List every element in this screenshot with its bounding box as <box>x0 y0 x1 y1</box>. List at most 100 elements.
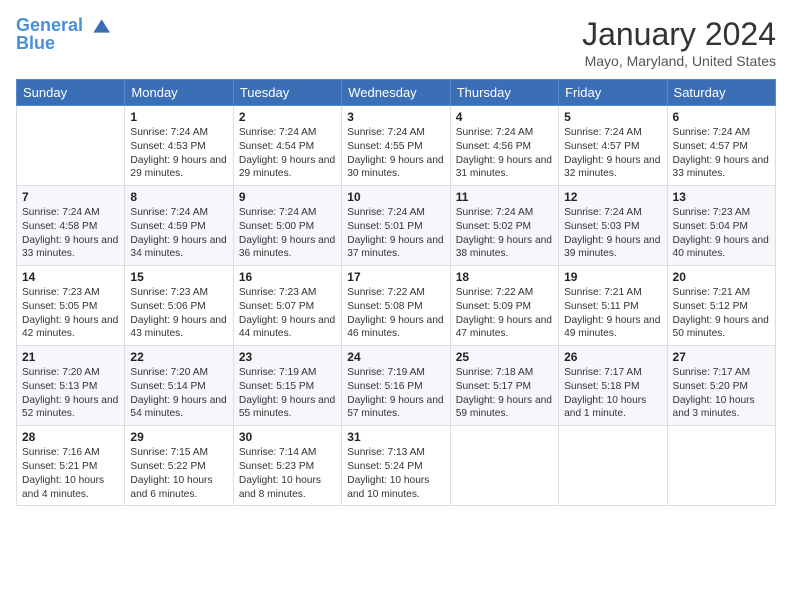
calendar-cell: 3Sunrise: 7:24 AMSunset: 4:55 PMDaylight… <box>342 106 450 186</box>
day-number: 15 <box>130 270 227 284</box>
calendar-cell <box>17 106 125 186</box>
day-number: 22 <box>130 350 227 364</box>
cell-details: Sunrise: 7:15 AMSunset: 5:22 PMDaylight:… <box>130 446 227 501</box>
calendar-cell: 14 Sunrise: 7:23 AMSunset: 5:05 PMDayligh… <box>17 266 125 346</box>
cell-details: Sunrise: 7:24 AMSunset: 4:59 PMDaylight:… <box>130 206 227 261</box>
day-number: 16 <box>239 270 336 284</box>
day-number: 20 <box>673 270 770 284</box>
day-number: 2 <box>239 110 336 124</box>
day-number: 27 <box>673 350 770 364</box>
day-number: 28 <box>22 430 119 444</box>
cell-details: Sunrise: 7:24 AMSunset: 4:53 PMDaylight:… <box>130 126 227 181</box>
day-number: 3 <box>347 110 444 124</box>
title-block: January 2024 Mayo, Maryland, United Stat… <box>582 16 776 69</box>
week-row-4: 21 Sunrise: 7:20 AMSunset: 5:13 PMDayligh… <box>17 346 776 426</box>
calendar-cell: 19 Sunrise: 7:21 AMSunset: 5:11 PMDayligh… <box>559 266 667 346</box>
calendar-cell: 6Sunrise: 7:24 AMSunset: 4:57 PMDaylight… <box>667 106 775 186</box>
calendar-cell <box>667 426 775 506</box>
col-header-friday: Friday <box>559 80 667 106</box>
day-number: 14 <box>22 270 119 284</box>
day-number: 25 <box>456 350 553 364</box>
day-number: 9 <box>239 190 336 204</box>
page-header: General Blue January 2024 Mayo, Maryland… <box>16 16 776 69</box>
calendar-cell: 4Sunrise: 7:24 AMSunset: 4:56 PMDaylight… <box>450 106 558 186</box>
cell-details: Sunrise: 7:24 AMSunset: 5:01 PMDaylight:… <box>347 206 444 261</box>
calendar-cell: 10 Sunrise: 7:24 AMSunset: 5:01 PMDayligh… <box>342 186 450 266</box>
cell-details: Sunrise: 7:17 AMSunset: 5:18 PMDaylight:… <box>564 366 661 421</box>
cell-details: Sunrise: 7:20 AMSunset: 5:13 PMDaylight:… <box>22 366 119 421</box>
day-number: 17 <box>347 270 444 284</box>
cell-details: Sunrise: 7:24 AMSunset: 4:54 PMDaylight:… <box>239 126 336 181</box>
cell-details: Sunrise: 7:23 AMSunset: 5:07 PMDaylight:… <box>239 286 336 341</box>
col-header-wednesday: Wednesday <box>342 80 450 106</box>
day-number: 24 <box>347 350 444 364</box>
cell-details: Sunrise: 7:23 AMSunset: 5:05 PMDaylight:… <box>22 286 119 341</box>
cell-details: Sunrise: 7:21 AMSunset: 5:11 PMDaylight:… <box>564 286 661 341</box>
cell-details: Sunrise: 7:23 AMSunset: 5:06 PMDaylight:… <box>130 286 227 341</box>
calendar-cell: 22 Sunrise: 7:20 AMSunset: 5:14 PMDayligh… <box>125 346 233 426</box>
cell-details: Sunrise: 7:22 AMSunset: 5:08 PMDaylight:… <box>347 286 444 341</box>
week-row-5: 28 Sunrise: 7:16 AMSunset: 5:21 PMDayligh… <box>17 426 776 506</box>
cell-details: Sunrise: 7:17 AMSunset: 5:20 PMDaylight:… <box>673 366 770 421</box>
calendar-cell: 5Sunrise: 7:24 AMSunset: 4:57 PMDaylight… <box>559 106 667 186</box>
calendar-cell: 12Sunrise: 7:24 AMSunset: 5:03 PMDayligh… <box>559 186 667 266</box>
cell-details: Sunrise: 7:19 AMSunset: 5:15 PMDaylight:… <box>239 366 336 421</box>
day-number: 1 <box>130 110 227 124</box>
cell-details: Sunrise: 7:24 AMSunset: 5:00 PMDaylight:… <box>239 206 336 261</box>
calendar-cell: 18 Sunrise: 7:22 AMSunset: 5:09 PMDayligh… <box>450 266 558 346</box>
day-number: 30 <box>239 430 336 444</box>
calendar-header-row: SundayMondayTuesdayWednesdayThursdayFrid… <box>17 80 776 106</box>
col-header-saturday: Saturday <box>667 80 775 106</box>
cell-details: Sunrise: 7:24 AMSunset: 4:57 PMDaylight:… <box>564 126 661 181</box>
cell-details: Sunrise: 7:16 AMSunset: 5:21 PMDaylight:… <box>22 446 119 501</box>
calendar-cell: 20Sunrise: 7:21 AMSunset: 5:12 PMDayligh… <box>667 266 775 346</box>
calendar-cell: 21 Sunrise: 7:20 AMSunset: 5:13 PMDayligh… <box>17 346 125 426</box>
cell-details: Sunrise: 7:22 AMSunset: 5:09 PMDaylight:… <box>456 286 553 341</box>
col-header-sunday: Sunday <box>17 80 125 106</box>
week-row-3: 14 Sunrise: 7:23 AMSunset: 5:05 PMDayligh… <box>17 266 776 346</box>
calendar-cell: 23 Sunrise: 7:19 AMSunset: 5:15 PMDayligh… <box>233 346 341 426</box>
day-number: 11 <box>456 190 553 204</box>
calendar-cell: 1 Sunrise: 7:24 AMSunset: 4:53 PMDaylight… <box>125 106 233 186</box>
week-row-1: 1 Sunrise: 7:24 AMSunset: 4:53 PMDaylight… <box>17 106 776 186</box>
calendar-cell: 16 Sunrise: 7:23 AMSunset: 5:07 PMDayligh… <box>233 266 341 346</box>
calendar-cell <box>450 426 558 506</box>
calendar-cell: 26Sunrise: 7:17 AMSunset: 5:18 PMDayligh… <box>559 346 667 426</box>
col-header-monday: Monday <box>125 80 233 106</box>
month-title: January 2024 <box>582 16 776 53</box>
day-number: 6 <box>673 110 770 124</box>
day-number: 19 <box>564 270 661 284</box>
day-number: 10 <box>347 190 444 204</box>
col-header-tuesday: Tuesday <box>233 80 341 106</box>
cell-details: Sunrise: 7:23 AMSunset: 5:04 PMDaylight:… <box>673 206 770 261</box>
day-number: 7 <box>22 190 119 204</box>
day-number: 31 <box>347 430 444 444</box>
logo-blue: Blue <box>16 33 110 54</box>
day-number: 29 <box>130 430 227 444</box>
location-subtitle: Mayo, Maryland, United States <box>582 53 776 69</box>
calendar-cell: 15 Sunrise: 7:23 AMSunset: 5:06 PMDayligh… <box>125 266 233 346</box>
day-number: 13 <box>673 190 770 204</box>
page-container: General Blue January 2024 Mayo, Maryland… <box>0 0 792 516</box>
calendar-cell: 24Sunrise: 7:19 AMSunset: 5:16 PMDayligh… <box>342 346 450 426</box>
calendar-table: SundayMondayTuesdayWednesdayThursdayFrid… <box>16 79 776 506</box>
calendar-cell: 29 Sunrise: 7:15 AMSunset: 5:22 PMDayligh… <box>125 426 233 506</box>
cell-details: Sunrise: 7:20 AMSunset: 5:14 PMDaylight:… <box>130 366 227 421</box>
cell-details: Sunrise: 7:14 AMSunset: 5:23 PMDaylight:… <box>239 446 336 501</box>
calendar-cell <box>559 426 667 506</box>
day-number: 21 <box>22 350 119 364</box>
calendar-cell: 9 Sunrise: 7:24 AMSunset: 5:00 PMDaylight… <box>233 186 341 266</box>
cell-details: Sunrise: 7:24 AMSunset: 5:02 PMDaylight:… <box>456 206 553 261</box>
day-number: 23 <box>239 350 336 364</box>
cell-details: Sunrise: 7:18 AMSunset: 5:17 PMDaylight:… <box>456 366 553 421</box>
calendar-cell: 17 Sunrise: 7:22 AMSunset: 5:08 PMDayligh… <box>342 266 450 346</box>
calendar-cell: 27 Sunrise: 7:17 AMSunset: 5:20 PMDayligh… <box>667 346 775 426</box>
calendar-cell: 11 Sunrise: 7:24 AMSunset: 5:02 PMDayligh… <box>450 186 558 266</box>
day-number: 18 <box>456 270 553 284</box>
calendar-cell: 30 Sunrise: 7:14 AMSunset: 5:23 PMDayligh… <box>233 426 341 506</box>
calendar-cell: 8 Sunrise: 7:24 AMSunset: 4:59 PMDaylight… <box>125 186 233 266</box>
calendar-cell: 2 Sunrise: 7:24 AMSunset: 4:54 PMDaylight… <box>233 106 341 186</box>
day-number: 4 <box>456 110 553 124</box>
logo: General Blue <box>16 16 110 54</box>
day-number: 8 <box>130 190 227 204</box>
